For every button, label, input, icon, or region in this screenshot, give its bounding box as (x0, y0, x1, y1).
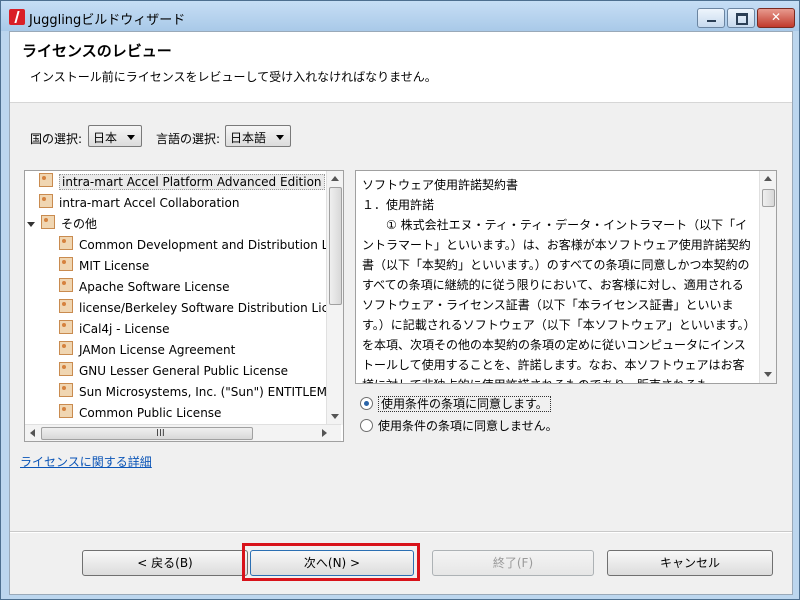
decline-radio[interactable]: 使用条件の条項に同意しません。 (360, 417, 558, 435)
next-button-highlight (242, 543, 420, 581)
license-icon (59, 299, 73, 313)
scroll-left-icon[interactable] (30, 429, 35, 437)
radio-unchecked-icon[interactable] (360, 419, 373, 432)
country-label: 国の選択: (30, 132, 83, 146)
scroll-up-icon[interactable] (764, 176, 772, 181)
tree-vertical-scrollbar[interactable] (326, 171, 343, 425)
license-icon (59, 257, 73, 271)
country-select-value: 日本 (93, 131, 118, 145)
minimize-icon (707, 20, 716, 22)
tree-item[interactable]: JAMon License Agreement (59, 340, 235, 360)
title-bar[interactable]: Jugglingビルドウィザード ✕ (1, 1, 799, 31)
tree-item[interactable]: intra-mart Accel Platform Advanced Editi… (39, 172, 325, 192)
tree-item[interactable]: MIT License (59, 256, 149, 276)
tree-item[interactable]: Common Public License (59, 403, 221, 423)
scroll-thumb[interactable] (329, 187, 342, 305)
license-icon (59, 383, 73, 397)
country-select[interactable]: 日本 (88, 125, 142, 147)
tree-horizontal-scrollbar[interactable]: III (25, 424, 341, 441)
tree-item[interactable]: license/Berkeley Software Distribution L… (59, 298, 343, 318)
finish-button: 終了(F) (432, 550, 594, 576)
license-icon (59, 278, 73, 292)
license-text-area[interactable]: ソフトウェア使用許諾契約書 １．使用許諾 ① 株式会社エヌ・ティ・ティ・データ・… (355, 170, 777, 384)
license-icon (59, 404, 73, 418)
license-icon (59, 341, 73, 355)
tree-item[interactable]: Common Development and Distribution Lice… (59, 235, 343, 255)
license-details-link[interactable]: ライセンスに関する詳細 (20, 453, 152, 470)
decline-radio-label: 使用条件の条項に同意しません。 (378, 419, 558, 433)
scroll-down-icon[interactable] (764, 372, 772, 377)
license-icon (59, 236, 73, 250)
footer-divider (10, 531, 792, 533)
scroll-thumb[interactable]: III (41, 427, 253, 440)
language-select-value: 日本語 (230, 131, 267, 145)
license-scrollbar[interactable] (759, 171, 776, 383)
chevron-down-icon (276, 135, 284, 140)
page-title: ライセンスのレビュー (22, 42, 172, 60)
wizard-content: ライセンスのレビュー インストール前にライセンスをレビューして受け入れなければな… (9, 31, 793, 595)
chevron-down-icon (127, 135, 135, 140)
wizard-header: ライセンスのレビュー インストール前にライセンスをレビューして受け入れなければな… (10, 32, 792, 103)
license-tree[interactable]: intra-mart Accel Platform Advanced Editi… (24, 170, 344, 442)
maximize-icon (736, 13, 748, 25)
accept-radio[interactable]: 使用条件の条項に同意します。 (360, 395, 551, 413)
expand-toggle-icon[interactable] (27, 222, 35, 227)
cancel-button[interactable]: キャンセル (607, 550, 773, 576)
license-icon (59, 362, 73, 376)
tree-item[interactable]: Apache Software License (59, 277, 230, 297)
license-icon (39, 194, 53, 208)
license-icon (39, 173, 53, 187)
scroll-down-icon[interactable] (331, 414, 339, 419)
scroll-thumb[interactable] (762, 189, 775, 207)
close-icon: ✕ (770, 10, 782, 24)
language-label: 言語の選択: (156, 132, 221, 146)
maximize-button[interactable] (727, 8, 755, 28)
scroll-right-icon[interactable] (322, 429, 327, 437)
wizard-window: Jugglingビルドウィザード ✕ ライセンスのレビュー インストール前にライ… (0, 0, 800, 600)
page-description: インストール前にライセンスをレビューして受け入れなければなりません。 (30, 70, 437, 84)
tree-item[interactable]: iCal4j - License (59, 319, 170, 339)
language-select[interactable]: 日本語 (225, 125, 291, 147)
app-icon (9, 9, 25, 25)
scroll-up-icon[interactable] (331, 176, 339, 181)
minimize-button[interactable] (697, 8, 725, 28)
back-button[interactable]: < 戻る(B) (82, 550, 248, 576)
radio-checked-icon[interactable] (360, 397, 373, 410)
license-text: ソフトウェア使用許諾契約書 １．使用許諾 ① 株式会社エヌ・ティ・ティ・データ・… (362, 178, 751, 383)
window-title: Jugglingビルドウィザード (29, 13, 186, 28)
tree-folder-other[interactable]: その他 (27, 214, 97, 234)
grip-icon: III (156, 428, 165, 439)
tree-item[interactable]: GNU Lesser General Public License (59, 361, 288, 381)
close-button[interactable]: ✕ (757, 8, 795, 28)
tree-item[interactable]: intra-mart Accel Collaboration (39, 193, 239, 213)
license-icon (41, 215, 55, 229)
license-icon (59, 320, 73, 334)
accept-radio-label: 使用条件の条項に同意します。 (378, 396, 551, 412)
tree-item[interactable]: Sun Microsystems, Inc. ("Sun") ENTITLEME… (59, 382, 343, 402)
